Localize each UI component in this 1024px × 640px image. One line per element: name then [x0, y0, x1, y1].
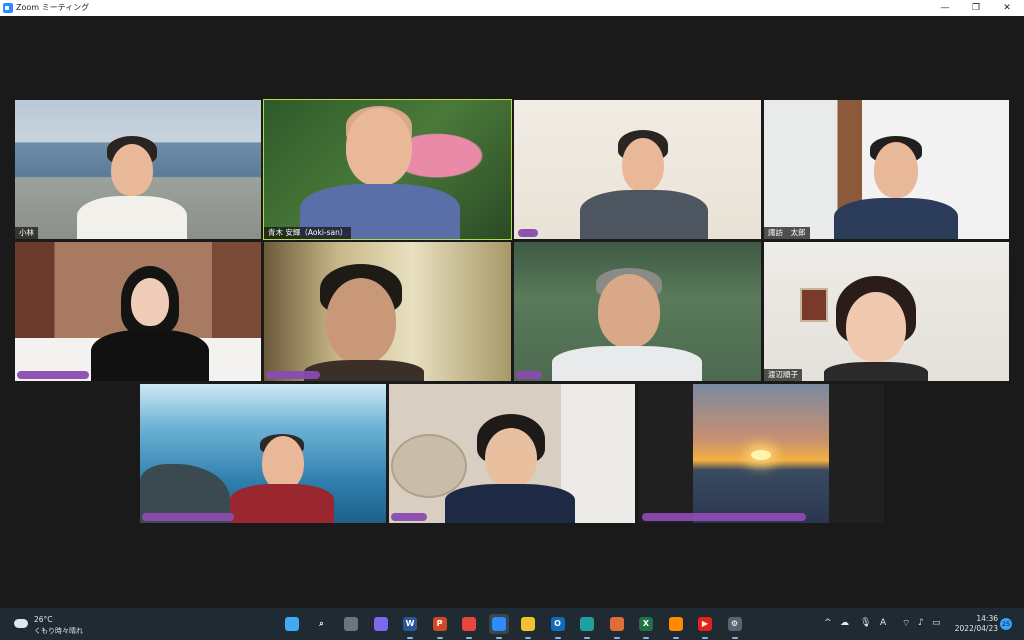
powerpoint-icon: P	[432, 617, 447, 631]
participant-name: 諏訪 太郎	[764, 227, 810, 239]
search-taskbar-button[interactable]: ⌕	[312, 614, 332, 634]
participant-name: 青木 安輝（Aoki-san）	[264, 227, 352, 239]
partly-cloudy-icon	[14, 615, 28, 628]
teams-chat-taskbar-button[interactable]	[371, 614, 391, 634]
word-taskbar-button[interactable]: W	[400, 614, 420, 639]
zoom-taskbar-button[interactable]	[488, 614, 509, 639]
zoom-logo-icon	[3, 3, 13, 13]
video-tile[interactable]: 諏訪 太郎	[764, 100, 1009, 239]
wall-art	[391, 434, 467, 498]
participant-name: 小林	[15, 227, 38, 239]
volume-icon[interactable]: ♪	[918, 618, 924, 628]
outlook-icon: O	[550, 617, 565, 631]
task-view-icon	[344, 617, 358, 631]
name-redaction	[17, 371, 89, 379]
video-tile[interactable]	[264, 242, 511, 381]
file-explorer-taskbar-button[interactable]	[518, 614, 538, 639]
system-clock[interactable]: 14:36 2022/04/23	[950, 614, 998, 634]
close-button[interactable]: ✕	[992, 0, 1022, 16]
wifi-icon[interactable]: ⌔	[902, 618, 910, 629]
video-tile-active-speaker[interactable]: 青木 安輝（Aoki-san）	[263, 99, 512, 240]
sunset-photo	[693, 384, 829, 523]
notification-count-badge[interactable]: 25	[1000, 618, 1012, 630]
window-title: Zoom ミーティング	[16, 3, 90, 12]
sublime-taskbar-button[interactable]	[666, 614, 686, 639]
name-redaction	[516, 371, 542, 379]
video-tile[interactable]	[514, 100, 761, 239]
ime-mode-indicator[interactable]: A	[880, 618, 886, 628]
video-gallery: 小林 青木 安輝（Aoki-san） 諏訪 太郎 渡辺順子	[0, 16, 1024, 608]
excel-icon: X	[639, 617, 653, 631]
chrome-taskbar-button[interactable]	[459, 614, 479, 639]
excel-taskbar-button[interactable]: X	[636, 614, 656, 639]
outlook-taskbar-button[interactable]: O	[548, 614, 568, 639]
edge-icon	[580, 617, 594, 631]
chrome-icon	[462, 617, 476, 631]
clock-time: 14:36	[976, 614, 998, 623]
weather-temperature: 26°C	[34, 615, 53, 624]
sublime-icon	[668, 617, 683, 631]
onedrive-cloud-icon[interactable]: ☁	[840, 618, 849, 628]
name-redaction	[142, 513, 234, 521]
youtube-icon: ▶	[698, 617, 712, 631]
zoom-icon	[491, 617, 506, 631]
weather-widget[interactable]: 26°C くもり時々晴れ	[10, 613, 100, 637]
ms-store-icon	[609, 617, 624, 631]
start-button-taskbar-button[interactable]	[282, 614, 302, 634]
settings-icon: ⚙	[727, 617, 742, 631]
name-redaction	[518, 229, 538, 237]
youtube-taskbar-button[interactable]: ▶	[695, 614, 715, 639]
participant-name: 渡辺順子	[764, 369, 802, 381]
minimize-button[interactable]: —	[930, 0, 960, 16]
video-tile[interactable]	[389, 384, 635, 523]
task-view-taskbar-button[interactable]	[341, 614, 361, 634]
file-explorer-icon	[521, 617, 535, 631]
video-tile[interactable]	[638, 384, 884, 523]
windows-taskbar: 26°C くもり時々晴れ ⌕ W P O X ▶ ⚙ ^ ☁ 🎙 A ⌔ ♪ ▭ 14:36…	[0, 608, 1024, 640]
settings-taskbar-button[interactable]: ⚙	[725, 614, 745, 639]
video-tile[interactable]	[514, 242, 761, 381]
teams-chat-icon	[373, 617, 388, 631]
wall-frame	[800, 288, 828, 322]
edge-taskbar-button[interactable]	[577, 614, 597, 639]
microphone-icon[interactable]: 🎙	[860, 618, 871, 628]
video-tile[interactable]	[15, 242, 261, 381]
restore-button[interactable]: ❐	[961, 0, 991, 16]
clock-date: 2022/04/23	[954, 624, 998, 633]
battery-icon[interactable]: ▭	[932, 618, 941, 628]
window-title-bar: Zoom ミーティング — ❐ ✕	[0, 0, 1024, 16]
ms-store-taskbar-button[interactable]	[607, 614, 627, 639]
video-tile[interactable]: 小林	[15, 100, 261, 239]
start-button-icon	[285, 617, 299, 631]
powerpoint-taskbar-button[interactable]: P	[430, 614, 450, 639]
word-icon: W	[403, 617, 417, 631]
search-icon: ⌕	[314, 617, 329, 631]
name-redaction	[266, 371, 320, 379]
video-tile[interactable]: 渡辺順子	[764, 242, 1009, 381]
video-tile[interactable]	[140, 384, 386, 523]
name-redaction	[642, 513, 806, 521]
show-hidden-icons-chevron[interactable]: ^	[824, 618, 832, 628]
weather-condition: くもり時々晴れ	[34, 627, 83, 635]
name-redaction	[391, 513, 427, 521]
